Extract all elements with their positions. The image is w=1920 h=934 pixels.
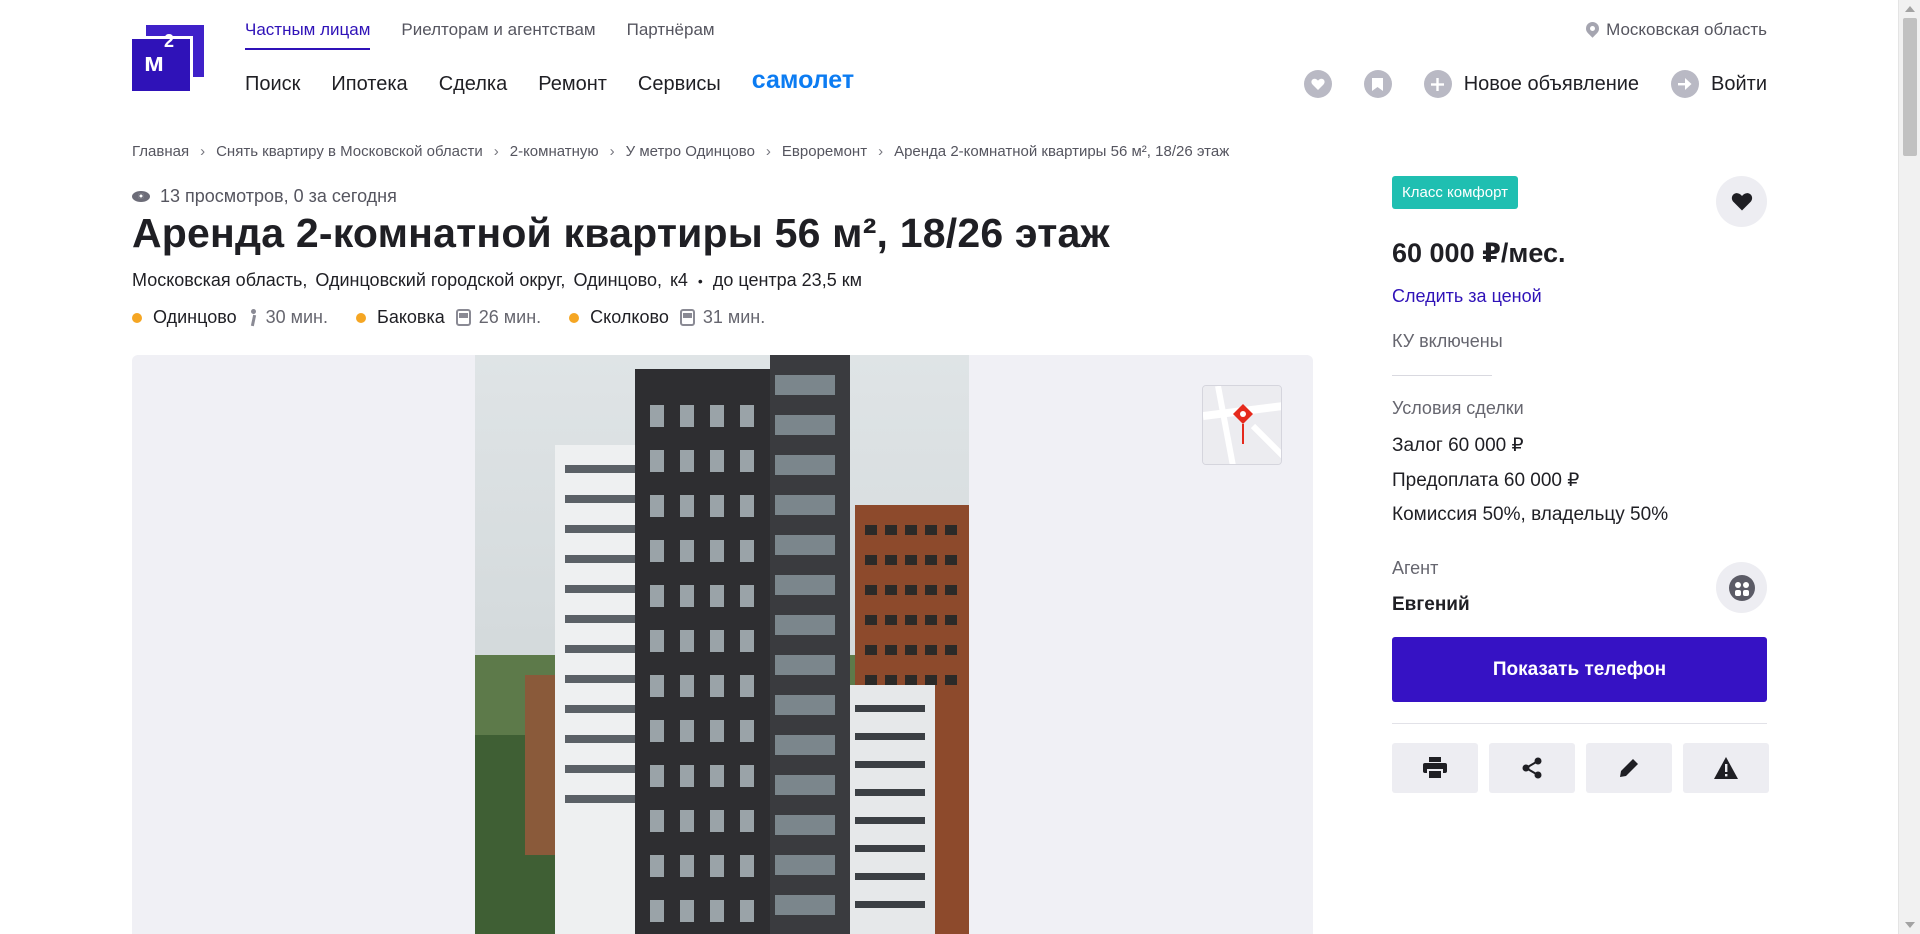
station-time: 30 мин. <box>265 307 328 327</box>
separator-dot: • <box>697 272 703 289</box>
show-phone-button[interactable]: Показать телефон <box>1392 637 1767 702</box>
nav-search[interactable]: Поиск <box>245 73 300 96</box>
main-nav: Поиск Ипотека Сделка Ремонт Сервисы само… <box>245 66 854 96</box>
audience-nav: Частным лицам Риелторам и агентствам Пар… <box>245 20 715 50</box>
condition-deposit: Залог 60 000 ₽ <box>1392 435 1524 456</box>
station-name: Сколково <box>590 307 669 327</box>
stations-list: Одинцово 30 мин. Баковка 26 мин. Сколков… <box>132 307 793 328</box>
utilities-note: КУ включены <box>1392 331 1503 351</box>
nav-services[interactable]: Сервисы <box>638 73 721 96</box>
samolet-link[interactable]: самолет <box>752 66 854 95</box>
share-icon <box>1522 757 1542 779</box>
station-item[interactable]: Одинцово 30 мин. <box>132 307 328 328</box>
bus-icon <box>455 309 471 326</box>
bus-icon <box>679 309 695 326</box>
price: 60 000 ₽/мес. <box>1392 238 1566 268</box>
divider <box>1392 375 1492 376</box>
photo-gallery[interactable] <box>132 355 1313 934</box>
address-district[interactable]: Одинцовский городской округ, <box>315 270 565 291</box>
agent-name[interactable]: Евгений <box>1392 594 1470 616</box>
agency-icon <box>1728 574 1755 601</box>
scroll-thumb[interactable] <box>1903 18 1917 156</box>
print-button[interactable] <box>1392 743 1478 793</box>
nav-repair[interactable]: Ремонт <box>538 73 607 96</box>
nav-mortgage[interactable]: Ипотека <box>331 73 407 96</box>
agent-avatar[interactable] <box>1716 562 1767 613</box>
station-item[interactable]: Баковка 26 мин. <box>356 307 541 328</box>
listing-tools <box>1392 743 1769 793</box>
address: Московская область, Одинцовский городско… <box>132 270 862 291</box>
page-title: Аренда 2-комнатной квартиры 56 м², 18/26… <box>132 210 1110 256</box>
new-ad-link[interactable]: Новое объявление <box>1464 73 1639 96</box>
station-time: 31 мин. <box>702 307 766 327</box>
heart-icon <box>1731 192 1752 210</box>
station-dot-icon <box>356 312 366 323</box>
share-button[interactable] <box>1489 743 1575 793</box>
chevron-right-icon: › <box>493 143 499 160</box>
walk-icon <box>248 308 258 327</box>
address-building[interactable]: к4 <box>670 270 688 291</box>
scroll-down-arrow-icon[interactable] <box>1905 922 1915 928</box>
region-label: Московская область <box>1606 20 1767 39</box>
plus-icon[interactable] <box>1423 70 1452 98</box>
header-actions: Новое объявление Войти <box>1303 70 1767 98</box>
watch-price-link[interactable]: Следить за ценой <box>1392 286 1542 307</box>
chevron-right-icon: › <box>765 143 771 160</box>
page-scrollbar[interactable] <box>1898 0 1920 934</box>
station-name: Одинцово <box>153 307 237 327</box>
report-button[interactable] <box>1683 743 1769 793</box>
station-dot-icon <box>569 312 580 323</box>
warning-icon <box>1714 757 1738 779</box>
address-city[interactable]: Одинцово, <box>573 270 662 291</box>
site-logo[interactable]: м2 <box>132 25 204 91</box>
breadcrumb-item[interactable]: Евроремонт <box>782 143 867 160</box>
pencil-icon <box>1620 759 1638 777</box>
address-region[interactable]: Московская область, <box>132 270 307 291</box>
comfort-class-badge: Класс комфорт <box>1392 176 1518 209</box>
divider <box>1392 723 1767 724</box>
login-arrow-icon[interactable] <box>1671 70 1700 98</box>
favorites-heart-icon[interactable] <box>1303 70 1332 98</box>
station-dot-icon <box>132 312 142 323</box>
saved-bookmark-icon[interactable] <box>1363 70 1392 98</box>
breadcrumb-item[interactable]: У метро Одинцово <box>626 143 755 160</box>
condition-commission: Комиссия 50%, владельцу 50% <box>1392 504 1669 525</box>
print-icon <box>1423 757 1447 779</box>
edit-button[interactable] <box>1586 743 1672 793</box>
condition-prepayment: Предоплата 60 000 ₽ <box>1392 470 1580 491</box>
login-link[interactable]: Войти <box>1711 73 1767 96</box>
station-item[interactable]: Сколково 31 мин. <box>569 307 765 328</box>
breadcrumb: Главная › Снять квартиру в Московской об… <box>132 143 1229 160</box>
location-pin-icon <box>1586 22 1599 39</box>
breadcrumb-item[interactable]: Главная <box>132 143 189 160</box>
nav-realtors[interactable]: Риелторам и агентствам <box>401 20 595 50</box>
favorite-button[interactable] <box>1716 176 1767 227</box>
breadcrumb-item[interactable]: 2-комнатную <box>510 143 599 160</box>
map-thumbnail[interactable] <box>1202 385 1282 465</box>
chevron-right-icon: › <box>200 143 206 160</box>
chevron-right-icon: › <box>878 143 884 160</box>
logo-text: м <box>144 47 164 77</box>
scroll-up-arrow-icon[interactable] <box>1905 6 1915 12</box>
eye-icon <box>132 191 150 202</box>
agent-label: Агент <box>1392 558 1439 578</box>
views-counter: 13 просмотров, 0 за сегодня <box>132 186 397 207</box>
distance-to-center: до центра 23,5 км <box>712 270 862 290</box>
breadcrumb-item[interactable]: Снять квартиру в Московской области <box>216 143 483 160</box>
station-time: 26 мин. <box>478 307 542 327</box>
listing-photo[interactable] <box>475 355 969 934</box>
nav-deal[interactable]: Сделка <box>439 73 508 96</box>
views-text: 13 просмотров, 0 за сегодня <box>160 186 397 206</box>
nav-private-persons[interactable]: Частным лицам <box>245 20 371 50</box>
chevron-right-icon: › <box>609 143 615 160</box>
logo-sup: 2 <box>163 31 174 51</box>
conditions-title: Условия сделки <box>1392 398 1524 418</box>
breadcrumb-current: Аренда 2-комнатной квартиры 56 м², 18/26… <box>894 143 1230 160</box>
nav-partners[interactable]: Партнёрам <box>627 20 715 50</box>
station-name: Баковка <box>377 307 445 327</box>
region-selector[interactable]: Московская область <box>1586 20 1767 40</box>
